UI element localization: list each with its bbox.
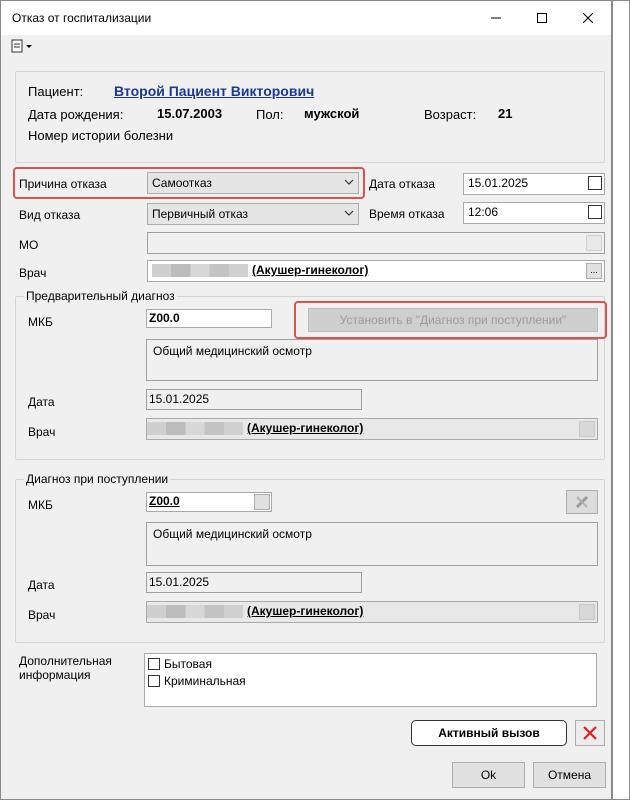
sex-label: Пол:: [256, 107, 284, 122]
prelim-date-input: 15.01.2025: [146, 389, 362, 410]
refusal-date-value: 15.01.2025: [468, 176, 529, 190]
dob-value: 15.07.2003: [157, 106, 223, 121]
admission-doctor-specialty: (Акушер-гинеколог): [247, 604, 364, 618]
prelim-mkb-value: Z00.0: [149, 311, 180, 325]
admission-doctor-label: Врач: [28, 608, 56, 622]
delete-button[interactable]: [575, 720, 605, 746]
admission-date-label: Дата: [28, 578, 55, 592]
sex-value: мужской: [304, 106, 360, 121]
refusal-type-select[interactable]: Первичный отказ: [147, 203, 359, 225]
refusal-date-input[interactable]: 15.01.2025: [463, 173, 605, 195]
history-number-label: Номер истории болезни: [28, 128, 174, 143]
time-checkbox[interactable]: [588, 205, 602, 219]
ok-label: Ok: [480, 768, 497, 782]
red-x-icon: [583, 726, 597, 740]
additional-info-label: Дополнительная информация: [19, 654, 112, 682]
admission-date-value: 15.01.2025: [149, 575, 210, 589]
ok-button[interactable]: Ok: [452, 762, 525, 788]
title-bar: Отказ от госпитализации: [1, 1, 611, 35]
refusal-time-label: Время отказа: [369, 207, 445, 221]
toolbar: [1, 35, 611, 57]
report-icon: [11, 39, 32, 53]
mo-label: МО: [19, 238, 39, 252]
report-menu-button[interactable]: [11, 38, 35, 54]
minimize-button[interactable]: [473, 1, 519, 35]
option-criminal-label: Криминальная: [164, 674, 246, 688]
admission-diagnosis-value: Общий медицинский осмотр: [153, 527, 312, 541]
redacted-doctor-name: [147, 605, 243, 619]
refusal-dialog: Отказ от госпитализации Пациент: Второй …: [0, 0, 612, 800]
reason-highlight: [13, 167, 365, 199]
admission-date-input: 15.01.2025: [146, 572, 362, 593]
window-title: Отказ от госпитализации: [12, 11, 152, 25]
cancel-button[interactable]: Отмена: [533, 762, 606, 788]
patient-info-panel: Пациент: Второй Пациент Викторович Дата …: [15, 71, 605, 163]
active-call-button[interactable]: Активный вызов: [411, 720, 567, 746]
clear-diagnosis-button[interactable]: [566, 490, 598, 514]
refusal-date-label: Дата отказа: [369, 177, 436, 191]
prelim-date-label: Дата: [28, 395, 55, 409]
admission-doctor-input: (Акушер-гинеколог): [146, 601, 598, 623]
prelim-mkb-label: МКБ: [28, 315, 53, 329]
age-label: Возраст:: [424, 107, 477, 122]
patient-label: Пациент:: [28, 84, 84, 99]
admission-diagnosis-panel: Диагноз при поступлении МКБ Z00.0 Общий …: [15, 472, 605, 643]
admission-diagnosis-text[interactable]: Общий медицинский осмотр: [146, 522, 598, 566]
admission-mkb-input[interactable]: Z00.0: [146, 492, 272, 512]
cancel-label: Отмена: [547, 768, 592, 782]
admission-mkb-browse-button[interactable]: [254, 494, 270, 510]
admission-diagnosis-title: Диагноз при поступлении: [24, 472, 171, 486]
close-button[interactable]: [565, 1, 611, 35]
option-household-label: Бытовая: [164, 657, 212, 671]
dob-label: Дата рождения:: [28, 107, 124, 122]
doctor-input[interactable]: (Акушер-гинеколог) ...: [147, 260, 605, 282]
prelim-doctor-input: (Акушер-гинеколог): [146, 418, 598, 440]
set-button-highlight: [294, 301, 607, 339]
refusal-time-value: 12:06: [468, 205, 499, 219]
minimize-icon: [491, 17, 501, 19]
patient-name-link[interactable]: Второй Пациент Викторович: [114, 83, 314, 99]
redacted-doctor-name: [152, 264, 248, 278]
prelim-date-value: 15.01.2025: [149, 392, 210, 406]
prelim-doctor-specialty: (Акушер-гинеколог): [247, 421, 364, 435]
household-checkbox[interactable]: [148, 658, 160, 670]
prelim-doctor-browse-button: [579, 421, 595, 437]
age-value: 21: [498, 106, 513, 121]
option-criminal[interactable]: Криминальная: [148, 674, 593, 688]
preliminary-diagnosis-title: Предварительный диагноз: [24, 289, 177, 303]
refusal-type-value: Первичный отказ: [152, 207, 249, 221]
doctor-label: Врач: [19, 266, 47, 280]
mo-browse-button: [586, 235, 602, 251]
refusal-time-input[interactable]: 12:06: [463, 202, 605, 224]
prelim-doctor-label: Врач: [28, 425, 56, 439]
prelim-diagnosis-text[interactable]: Общий медицинский осмотр: [146, 339, 598, 381]
maximize-button[interactable]: [519, 1, 565, 35]
doctor-browse-button[interactable]: ...: [586, 263, 602, 279]
criminal-checkbox[interactable]: [148, 675, 160, 687]
option-household[interactable]: Бытовая: [148, 657, 593, 671]
date-checkbox[interactable]: [588, 176, 602, 190]
admission-doctor-browse-button: [579, 604, 595, 620]
redacted-doctor-name: [147, 422, 243, 436]
mo-input: [147, 232, 605, 254]
maximize-icon: [537, 13, 547, 23]
admission-mkb-label: МКБ: [28, 498, 53, 512]
admission-mkb-value: Z00.0: [149, 494, 180, 508]
background-window: [612, 0, 630, 800]
close-icon: [583, 13, 593, 23]
refusal-type-label: Вид отказа: [19, 208, 81, 222]
prelim-mkb-input[interactable]: Z00.0: [146, 309, 272, 328]
chevron-down-icon: [344, 210, 354, 216]
prelim-diagnosis-value: Общий медицинский осмотр: [153, 344, 312, 358]
additional-info-list: Бытовая Криминальная: [144, 653, 597, 707]
eraser-icon: [575, 495, 589, 509]
doctor-specialty[interactable]: (Акушер-гинеколог): [252, 263, 368, 277]
active-call-label: Активный вызов: [438, 726, 540, 740]
